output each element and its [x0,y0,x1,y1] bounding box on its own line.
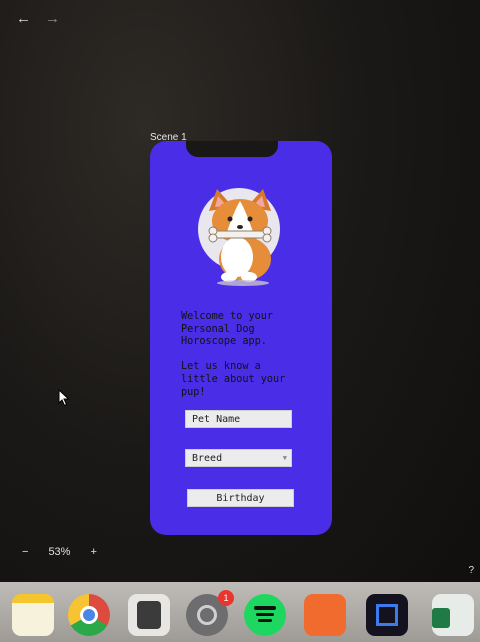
pages-icon[interactable] [304,594,346,636]
chrome-icon[interactable] [68,594,110,636]
birthday-field[interactable]: Birthday [187,489,294,507]
chevron-down-icon: ▼ [282,454,287,462]
breed-dropdown[interactable]: Breed ▼ [185,449,292,467]
zoom-level: 53% [48,546,71,558]
zoom-out-button[interactable]: − [22,546,28,558]
back-arrow-icon[interactable]: ← [16,10,31,27]
notification-badge: 1 [218,590,234,606]
app-icon[interactable] [366,594,408,636]
corgi-illustration-icon [208,189,272,286]
navigation-arrows: ← → [16,10,60,27]
mouse-cursor-icon [58,389,70,407]
breed-label: Breed [192,453,223,464]
spotify-icon[interactable] [244,594,286,636]
welcome-message: Welcome to your Personal Dog Horoscope a… [181,311,286,398]
dock: 1 [0,582,480,642]
pet-name-field[interactable]: Pet Name [185,410,292,428]
phone-notch [186,141,278,157]
zoom-in-button[interactable]: + [90,546,96,558]
calculator-icon[interactable] [128,594,170,636]
phone-screen: Welcome to your Personal Dog Horoscope a… [150,141,332,535]
notes-icon[interactable] [12,594,54,636]
help-button[interactable]: ? [468,565,474,576]
forward-arrow-icon[interactable]: → [45,10,60,27]
excel-icon[interactable] [432,594,474,636]
zoom-controls: − 53% + [22,546,97,558]
system-settings-icon[interactable]: 1 [186,590,234,636]
